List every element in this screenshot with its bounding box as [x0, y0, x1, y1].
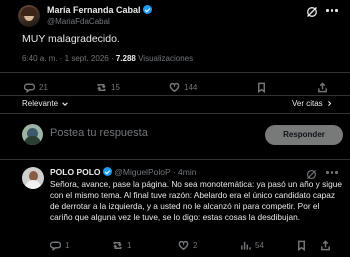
retweet-icon: [113, 242, 122, 249]
author-name[interactable]: María Fernanda Cabal: [47, 5, 141, 15]
views-chart-icon: [241, 241, 251, 250]
bookmark-icon: [298, 240, 305, 251]
share-button[interactable]: [317, 82, 328, 93]
tweet-text: MUY malagradecido.: [22, 33, 120, 45]
reply-retweet-count: 1: [127, 241, 132, 250]
heart-icon: [169, 82, 180, 93]
reply-views-button[interactable]: 54: [240, 240, 264, 251]
reply-retweet-button[interactable]: 1: [112, 240, 131, 251]
like-count: 144: [184, 83, 198, 92]
verified-badge-icon: [102, 167, 112, 176]
reply-timestamp[interactable]: · 4min: [173, 167, 197, 177]
reply-like-count: 2: [193, 241, 198, 250]
bookmark-icon: [258, 82, 265, 93]
chevron-down-icon: [62, 101, 68, 106]
reply-reply-count: 1: [65, 241, 70, 250]
reply-bookmark-button[interactable]: [296, 240, 307, 251]
reply-author-handle[interactable]: @MiguelPoloP: [114, 167, 170, 177]
view-quotes-label: Ver citas: [292, 99, 323, 108]
user-avatar[interactable]: [22, 124, 43, 145]
author-handle[interactable]: @MariaFdaCabal: [47, 17, 110, 26]
grok-icon[interactable]: [306, 167, 317, 180]
more-options-icon[interactable]: [326, 171, 340, 175]
verified-badge-icon: [143, 5, 153, 14]
reply-count: 21: [39, 83, 48, 92]
reply-author-avatar[interactable]: [22, 167, 44, 189]
reply-share-button[interactable]: [320, 240, 331, 251]
reply-submit-button[interactable]: Responder: [265, 125, 343, 145]
author-avatar[interactable]: [18, 5, 40, 27]
heart-icon: [178, 240, 189, 251]
retweet-icon: [97, 84, 106, 91]
reply-reply-button[interactable]: 1: [50, 240, 69, 251]
tweet-timestamp[interactable]: 6:40 a. m. · 1 sept. 2026 ·: [22, 54, 114, 63]
reply-text: Señora, avance, pase la página. No sea m…: [50, 179, 342, 222]
sort-label: Relevante: [22, 99, 59, 108]
like-button[interactable]: 144: [169, 82, 197, 93]
reply-button[interactable]: 21: [24, 82, 48, 93]
reply-icon: [24, 83, 35, 93]
divider: [0, 72, 350, 73]
share-icon: [318, 82, 327, 93]
bookmark-button[interactable]: [256, 82, 267, 93]
divider: [0, 113, 350, 114]
view-quotes-link[interactable]: Ver citas: [292, 99, 333, 108]
divider: [0, 159, 350, 160]
reply-like-button[interactable]: 2: [178, 240, 197, 251]
more-options-icon[interactable]: [326, 9, 340, 13]
reply-input[interactable]: Postea tu respuesta: [50, 127, 250, 139]
chevron-right-icon: [327, 101, 331, 106]
reply-views-count: 54: [255, 241, 264, 250]
retweet-count: 15: [111, 83, 120, 92]
reply-author-name[interactable]: POLO POLO: [50, 167, 101, 177]
reply-icon: [50, 241, 61, 251]
views-count: 7.288: [115, 54, 136, 63]
share-icon: [321, 240, 330, 251]
grok-icon[interactable]: [306, 5, 318, 17]
views-label: Visualizaciones: [138, 54, 194, 63]
sort-dropdown[interactable]: Relevante: [22, 99, 69, 108]
retweet-button[interactable]: 15: [96, 82, 120, 93]
divider: [0, 95, 350, 96]
